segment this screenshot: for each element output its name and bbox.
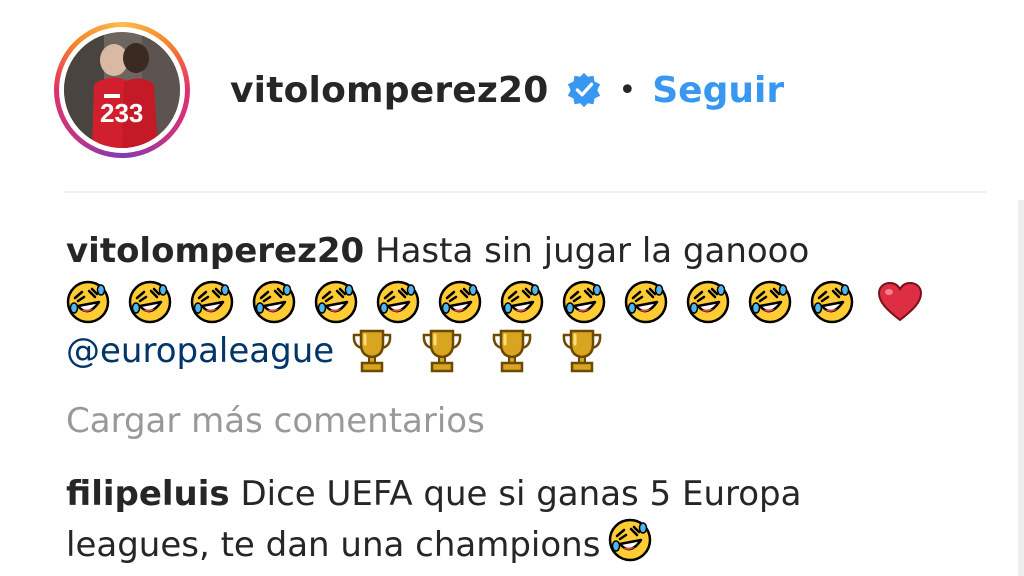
trophy-icon: [350, 328, 394, 374]
scrollbar[interactable]: [1018, 200, 1024, 576]
laughing-emoji-icon: [376, 280, 420, 324]
reply-comment: filipeluis Dice UEFA que si ganas 5 Euro…: [66, 470, 946, 569]
laughing-emoji-icon: [128, 280, 172, 324]
separator-dot: •: [618, 72, 637, 108]
svg-text:233: 233: [100, 98, 143, 128]
laughing-emoji-icon: [624, 280, 668, 324]
verified-badge-icon: [567, 72, 600, 108]
reply-username[interactable]: filipeluis: [66, 474, 230, 514]
laughing-emoji-icon: [438, 280, 482, 324]
header-divider: [64, 191, 986, 193]
laughing-emoji-icon: [252, 280, 296, 324]
post-header: 233 vitolomperez20 • Seguir: [54, 22, 784, 158]
caption-mention-row: @europaleague: [66, 326, 630, 376]
caption-emoji-row: [66, 280, 924, 324]
laughing-emoji-icon: [500, 280, 544, 324]
caption-text: Hasta sin jugar la ganooo: [375, 231, 810, 271]
post-author-username[interactable]: vitolomperez20: [230, 70, 549, 111]
load-more-comments-button[interactable]: Cargar más comentarios: [66, 398, 485, 444]
red-heart-icon: [877, 281, 923, 322]
trophy-icon: [490, 328, 534, 374]
caption-username[interactable]: vitolomperez20: [66, 231, 364, 271]
instagram-post-comments: 233 vitolomperez20 • Seguir vitolomperez…: [0, 0, 1024, 576]
laughing-emoji-icon: [66, 280, 110, 324]
story-ring[interactable]: 233: [54, 22, 190, 158]
avatar-gap: 233: [59, 27, 185, 153]
trophy-icon: [420, 328, 464, 374]
trophy-icon: [560, 328, 604, 374]
follow-button[interactable]: Seguir: [652, 70, 784, 111]
avatar[interactable]: 233: [64, 32, 180, 148]
laughing-emoji-icon: [190, 280, 234, 324]
laughing-emoji-icon: [608, 518, 652, 562]
laughing-emoji-icon: [686, 280, 730, 324]
caption-comment: vitolomperez20 Hasta sin jugar la ganooo: [66, 228, 966, 274]
laughing-emoji-icon: [562, 280, 606, 324]
laughing-emoji-icon: [314, 280, 358, 324]
mention-link[interactable]: @europaleague: [66, 331, 334, 371]
laughing-emoji-icon: [810, 280, 854, 324]
laughing-emoji-icon: [748, 280, 792, 324]
